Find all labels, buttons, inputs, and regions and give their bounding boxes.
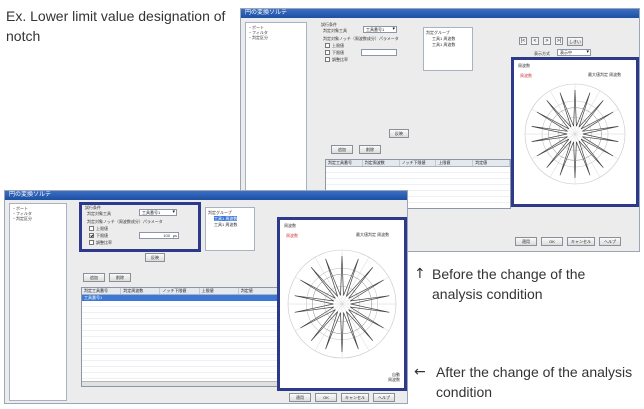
left-arrow-icon: ← xyxy=(414,364,426,380)
help-button[interactable]: ヘルプ xyxy=(599,237,621,246)
polar-grid-spoke xyxy=(341,303,370,351)
footer-apply-button[interactable]: 適用 xyxy=(289,393,311,402)
help-button[interactable]: ヘルプ xyxy=(373,393,395,402)
group-tree: 判定グループ 工具1 周波数 工具1 周波数 xyxy=(205,207,255,251)
next-button[interactable]: > xyxy=(543,37,551,45)
ratio-checkbox[interactable] xyxy=(89,240,94,245)
lower-label: 下限値 xyxy=(332,50,344,55)
footer-apply-button[interactable]: 適用 xyxy=(515,237,537,246)
tool-select[interactable]: 工具番号1 xyxy=(363,26,397,33)
polar-grid-spoke xyxy=(549,133,576,178)
ok-button[interactable]: OK xyxy=(315,393,337,402)
group-title: 試行条件 xyxy=(321,22,337,27)
tree-item-judgement[interactable]: ・判定区分 xyxy=(248,35,268,40)
cancel-button[interactable]: キャンセル xyxy=(341,393,369,402)
tool-label: 判定対象工具 xyxy=(323,28,347,33)
upper-checkbox[interactable] xyxy=(325,43,330,48)
polar-grid-spoke xyxy=(341,257,370,305)
column-header[interactable]: 判定値 xyxy=(473,160,510,166)
group-tree: 判定グループ 工具1 周波数 工具1 周波数 xyxy=(423,27,473,71)
window-title: 円の変換ソルテ xyxy=(241,9,639,18)
add-button[interactable]: 追加 xyxy=(83,273,105,282)
lower-value-field[interactable] xyxy=(361,49,397,56)
table-body[interactable] xyxy=(82,301,278,386)
add-button[interactable]: 追加 xyxy=(331,145,353,154)
polar-grid-spoke xyxy=(574,133,601,178)
chart-unit: 自動 周波数 xyxy=(388,372,400,382)
cancel-button[interactable]: キャンセル xyxy=(567,237,595,246)
result-table: 判定工具番号 判定周波数 ノッチ下限値 上限値 判定値 工具番号1 xyxy=(81,287,279,387)
ok-button[interactable]: OK xyxy=(541,237,563,246)
prev-button[interactable]: < xyxy=(531,37,539,45)
upper-checkbox[interactable] xyxy=(89,226,94,231)
column-header[interactable]: 判定工具番号 xyxy=(326,160,363,166)
delete-button[interactable]: 削除 xyxy=(109,273,131,282)
lower-unit: μs xyxy=(172,233,177,238)
apply-condition-button[interactable]: 反映 xyxy=(145,253,165,262)
caption-before-change: ↑ Before the change of the analysis cond… xyxy=(414,264,639,304)
column-header[interactable]: 上限値 xyxy=(200,288,239,294)
settings-tree: ・ポート ・フィルタ ・判定区分 xyxy=(9,203,67,401)
threshold-button[interactable]: しきい xyxy=(567,37,583,46)
lower-checkbox[interactable] xyxy=(325,50,330,55)
caption-lower-limit-example: Ex. Lower limit value designation of not… xyxy=(6,8,226,44)
dialog-after-change: 円の変換ソルテ ・ポート ・フィルタ ・判定区分 試行条件 判定対象工具 工具番… xyxy=(4,190,408,404)
window-title: 円の変換ソルテ xyxy=(5,191,407,200)
delete-button[interactable]: 削除 xyxy=(359,145,381,154)
ratio-label: 調整比率 xyxy=(96,240,112,245)
lower-value: 100 xyxy=(163,233,170,238)
polar-grid-spoke xyxy=(574,90,601,135)
polar-plot xyxy=(287,249,397,359)
table-header: 判定工具番号 判定周波数 ノッチ下限値 上限値 判定値 xyxy=(82,288,279,295)
group-tree-child-1[interactable]: 工具1 周波数 xyxy=(432,36,455,41)
polar-chart-after: 周波数 周波数 最大値判定 周波数 自動 周波数 xyxy=(277,217,407,391)
apply-condition-button[interactable]: 反映 xyxy=(389,129,409,138)
caption-before-text: Before the change of the analysis condit… xyxy=(432,266,586,302)
group-tree-child-1-selected[interactable]: 工具1 周波数 xyxy=(214,216,238,221)
lower-label: 下限値 xyxy=(96,233,108,238)
group-tree-root[interactable]: 判定グループ xyxy=(426,30,450,35)
column-header[interactable]: 上限値 xyxy=(436,160,474,166)
upper-label: 上限値 xyxy=(96,226,108,231)
tool-select[interactable]: 工具番号1 xyxy=(139,209,177,216)
column-header[interactable]: 判定工具番号 xyxy=(82,288,122,294)
group-tree-child-2[interactable]: 工具1 周波数 xyxy=(214,222,237,227)
column-header[interactable]: ノッチ下限値 xyxy=(400,160,437,166)
tree-item-judgement[interactable]: ・判定区分 xyxy=(12,216,32,221)
upper-label: 上限値 xyxy=(332,43,344,48)
tool-label: 判定対象工具 xyxy=(87,211,111,216)
lower-value-field[interactable]: 100 μs xyxy=(139,232,179,239)
caption-after-text: After the change of the analysis conditi… xyxy=(436,364,633,400)
group-title: 試行条件 xyxy=(85,205,101,210)
polar-grid-spoke xyxy=(314,257,343,305)
column-header[interactable]: 判定周波数 xyxy=(121,288,161,294)
group-tree-child-2[interactable]: 工具1 周波数 xyxy=(432,42,455,47)
mode-select[interactable]: 表示中 xyxy=(557,49,591,56)
caption-after-change: ← After the change of the analysis condi… xyxy=(414,362,639,402)
mode-label: 表示方式 xyxy=(534,51,550,56)
horizontal-scrollbar[interactable] xyxy=(82,381,278,386)
polar-chart-before: 周波数 周波数 最大値判定 周波数 xyxy=(511,57,639,207)
first-button[interactable]: |< xyxy=(519,37,527,45)
ratio-checkbox[interactable] xyxy=(325,57,330,62)
ratio-label: 調整比率 xyxy=(332,57,348,62)
column-header[interactable]: ノッチ下限値 xyxy=(160,288,200,294)
group-tree-root[interactable]: 判定グループ xyxy=(208,210,232,215)
column-header[interactable]: 判定値 xyxy=(239,288,279,294)
table-header: 判定工具番号 判定周波数 ノッチ下限値 上限値 判定値 xyxy=(326,160,510,167)
notch-label: 判定対象ノッチ（周波数成分）パラメータ xyxy=(87,219,163,224)
notch-label: 判定対象ノッチ（周波数成分）パラメータ xyxy=(323,36,399,41)
polar-grid-spoke xyxy=(549,90,576,135)
column-header[interactable]: 判定周波数 xyxy=(363,160,400,166)
polar-plot xyxy=(524,83,626,185)
polar-grid-spoke xyxy=(314,303,343,351)
lower-checkbox[interactable] xyxy=(89,233,94,238)
last-button[interactable]: >| xyxy=(555,37,563,45)
up-arrow-icon: ↑ xyxy=(414,266,426,282)
